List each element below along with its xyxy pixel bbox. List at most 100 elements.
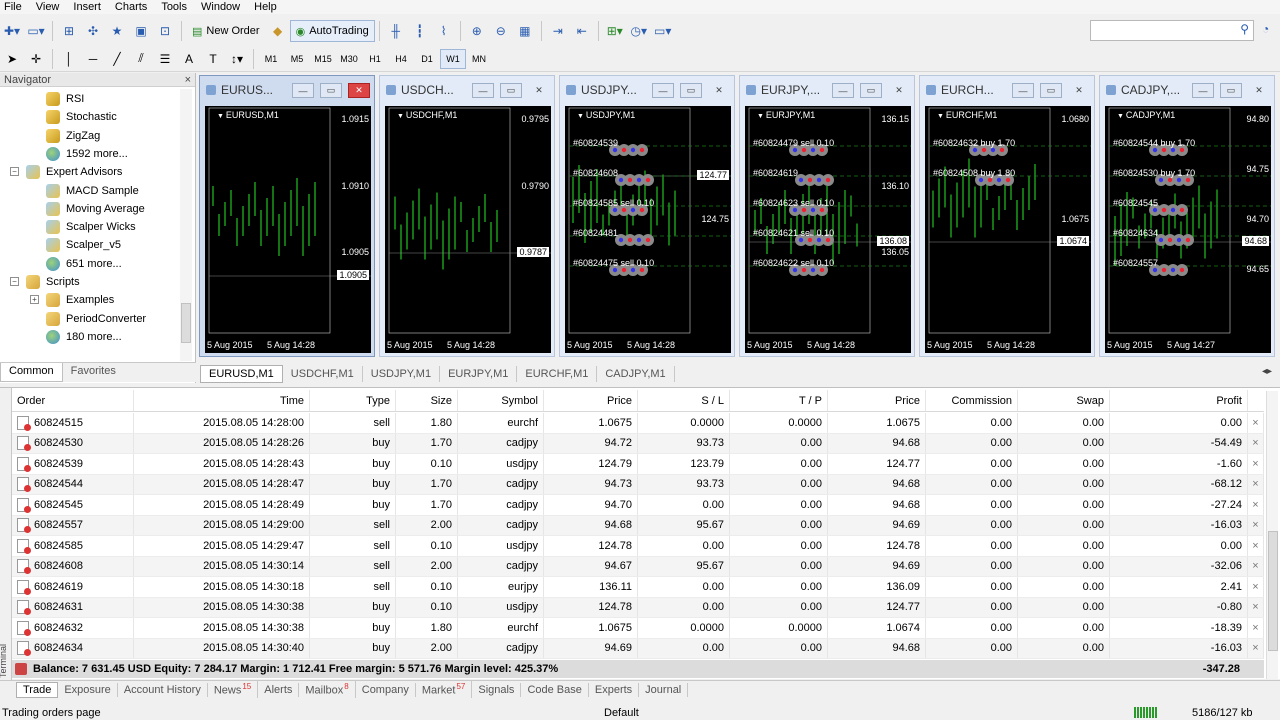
column-header[interactable]: Price	[828, 390, 926, 411]
new-chart-icon[interactable]: ✚▾	[1, 20, 23, 42]
maximize-icon[interactable]: ▭	[1040, 83, 1062, 98]
column-header[interactable]: Type	[310, 390, 396, 411]
navigator-item[interactable]: Scripts	[26, 273, 80, 291]
table-row[interactable]: 60824515 2015.08.05 14:28:00 sell 1.80 eurch…	[12, 413, 1264, 434]
close-icon[interactable]: ✕	[1068, 83, 1090, 98]
candlestick-icon[interactable]: ┇	[409, 20, 431, 42]
table-row[interactable]: 60824545 2015.08.05 14:28:49 buy 1.70 cadjpy…	[12, 495, 1264, 516]
terminal-tab-trade[interactable]: Trade	[16, 681, 59, 698]
arrows-icon[interactable]: ↕▾	[226, 48, 248, 70]
auto-scroll-icon[interactable]: ⇥	[547, 20, 569, 42]
close-order-icon[interactable]: ×	[1248, 556, 1264, 576]
table-row[interactable]: 60824530 2015.08.05 14:28:26 buy 1.70 cadjpy…	[12, 433, 1264, 454]
column-header[interactable]: Order	[12, 390, 134, 411]
maximize-icon[interactable]: ▭	[860, 83, 882, 98]
chart-plot[interactable]: CADJPY,M1#60824544 buy 1.70#60824530 buy…	[1105, 106, 1271, 353]
fibonacci-icon[interactable]: ☰	[154, 48, 176, 70]
minimize-icon[interactable]: —	[292, 83, 314, 98]
navigator-item[interactable]: 651 more...	[46, 255, 122, 273]
tab-common[interactable]: Common	[0, 363, 63, 382]
column-header[interactable]: Size	[396, 390, 458, 411]
menu-insert[interactable]: Insert	[66, 0, 108, 14]
chat-icon[interactable]: ◔	[1262, 22, 1269, 36]
menu-help[interactable]: Help	[247, 0, 284, 14]
maximize-icon[interactable]: ▭	[500, 83, 522, 98]
navigator-item[interactable]: 1592 more...	[46, 145, 128, 163]
close-icon[interactable]: ✕	[1248, 83, 1270, 98]
navigator-item[interactable]: Stochastic	[46, 108, 117, 126]
zoom-in-icon[interactable]: ⊕	[466, 20, 488, 42]
tab-favorites[interactable]: Favorites	[63, 363, 124, 382]
menu-view[interactable]: View	[29, 0, 67, 14]
search-input[interactable]: ⚲	[1090, 20, 1254, 41]
expand-icon[interactable]: +	[30, 295, 39, 305]
maximize-icon[interactable]: ▭	[680, 83, 702, 98]
zoom-out-icon[interactable]: ⊖	[490, 20, 512, 42]
terminal-tab-company[interactable]: Company	[356, 682, 416, 697]
chart-window-eurjpy[interactable]: EURJPY,...—▭✕EURJPY,M1#60824479 sell 0.1…	[739, 75, 915, 357]
timeframe-d1[interactable]: D1	[414, 49, 440, 69]
terminal-tab-news[interactable]: News15	[208, 681, 259, 698]
tab-scroll-icon[interactable]: ◂▸	[1262, 366, 1272, 377]
chart-plot[interactable]: EURUSD,M11.09151.09101.09051.09055 Aug 2…	[205, 106, 371, 353]
close-icon[interactable]: ✕	[888, 83, 910, 98]
timeframe-h4[interactable]: H4	[388, 49, 414, 69]
close-order-icon[interactable]: ×	[1248, 597, 1264, 617]
chart-window-usdjpy[interactable]: USDJPY...—▭✕USDJPY,M1#60824539#60824608#…	[559, 75, 735, 357]
terminal-tab-alerts[interactable]: Alerts	[258, 682, 300, 697]
table-row[interactable]: 60824632 2015.08.05 14:30:38 buy 1.80 eurchf…	[12, 618, 1264, 639]
terminal-tab-experts[interactable]: Experts	[589, 682, 640, 697]
search-icon[interactable]: ⚲	[1240, 22, 1249, 36]
minimize-icon[interactable]: —	[1192, 83, 1214, 98]
close-order-icon[interactable]: ×	[1248, 515, 1264, 535]
terminal-tab-account-history[interactable]: Account History	[118, 682, 208, 697]
bar-chart-icon[interactable]: ╫	[385, 20, 407, 42]
navigator-item[interactable]: Expert Advisors	[26, 163, 122, 181]
column-header[interactable]: T / P	[730, 390, 828, 411]
chart-tab-eurusd[interactable]: EURUSD,M1	[200, 365, 283, 383]
terminal-tab-signals[interactable]: Signals	[472, 682, 522, 697]
table-row[interactable]: 60824631 2015.08.05 14:30:38 buy 0.10 usdjpy…	[12, 597, 1264, 618]
data-window-icon[interactable]: ✣	[82, 20, 104, 42]
timeframe-mn[interactable]: MN	[466, 49, 492, 69]
metaeditor-icon[interactable]: ◆	[267, 20, 289, 42]
column-header[interactable]: Commission	[926, 390, 1018, 411]
terminal-tab-mailbox[interactable]: Mailbox8	[299, 681, 356, 698]
line-chart-icon[interactable]: ⌇	[433, 20, 455, 42]
periods-icon[interactable]: ◷▾	[628, 20, 650, 42]
timeframe-m5[interactable]: M5	[284, 49, 310, 69]
minimize-icon[interactable]: —	[832, 83, 854, 98]
table-row[interactable]: 60824557 2015.08.05 14:29:00 sell 2.00 cadjp…	[12, 515, 1264, 536]
crosshair-icon[interactable]: ✛	[25, 48, 47, 70]
market-watch-icon[interactable]: ⊞	[58, 20, 80, 42]
timeframe-h1[interactable]: H1	[362, 49, 388, 69]
terminal-scrollbar[interactable]	[1266, 391, 1278, 679]
table-row[interactable]: 60824544 2015.08.05 14:28:47 buy 1.70 cadjpy…	[12, 474, 1264, 495]
close-order-icon[interactable]: ×	[1248, 638, 1264, 658]
column-header[interactable]: Symbol	[458, 390, 544, 411]
minimize-icon[interactable]: —	[472, 83, 494, 98]
navigator-icon[interactable]: ★	[106, 20, 128, 42]
close-icon[interactable]: ✕	[708, 83, 730, 98]
table-row[interactable]: 60824619 2015.08.05 14:30:18 sell 0.10 eurjp…	[12, 577, 1264, 598]
close-order-icon[interactable]: ×	[1248, 618, 1264, 638]
navigator-item[interactable]: Examples	[46, 291, 114, 309]
chart-tab-cadjpy[interactable]: CADJPY,M1	[597, 366, 675, 382]
chart-tab-usdchf[interactable]: USDCHF,M1	[283, 366, 363, 382]
minimize-icon[interactable]: —	[1012, 83, 1034, 98]
terminal-tab-code-base[interactable]: Code Base	[521, 682, 589, 697]
horizontal-line-icon[interactable]: ─	[82, 48, 104, 70]
terminal-tab-journal[interactable]: Journal	[639, 682, 689, 697]
timeframe-m30[interactable]: M30	[336, 49, 362, 69]
close-order-icon[interactable]: ×	[1248, 474, 1264, 494]
chart-plot[interactable]: USDCHF,M10.97950.97900.97850.97875 Aug 2…	[385, 106, 551, 353]
navigator-item[interactable]: ZigZag	[46, 127, 100, 145]
chart-window-cadjpy[interactable]: CADJPY,... — ▭ ✕ CADJPY,M1#60824544 buy 1.70…	[1099, 75, 1275, 357]
templates-icon[interactable]: ▭▾	[652, 20, 674, 42]
channel-icon[interactable]: ⫽	[130, 48, 152, 70]
close-order-icon[interactable]: ×	[1248, 536, 1264, 556]
column-header[interactable]: Price	[544, 390, 638, 411]
scrollbar-thumb[interactable]	[1268, 531, 1278, 651]
chart-tab-usdjpy[interactable]: USDJPY,M1	[363, 366, 441, 382]
expand-icon[interactable]: −	[10, 167, 19, 177]
